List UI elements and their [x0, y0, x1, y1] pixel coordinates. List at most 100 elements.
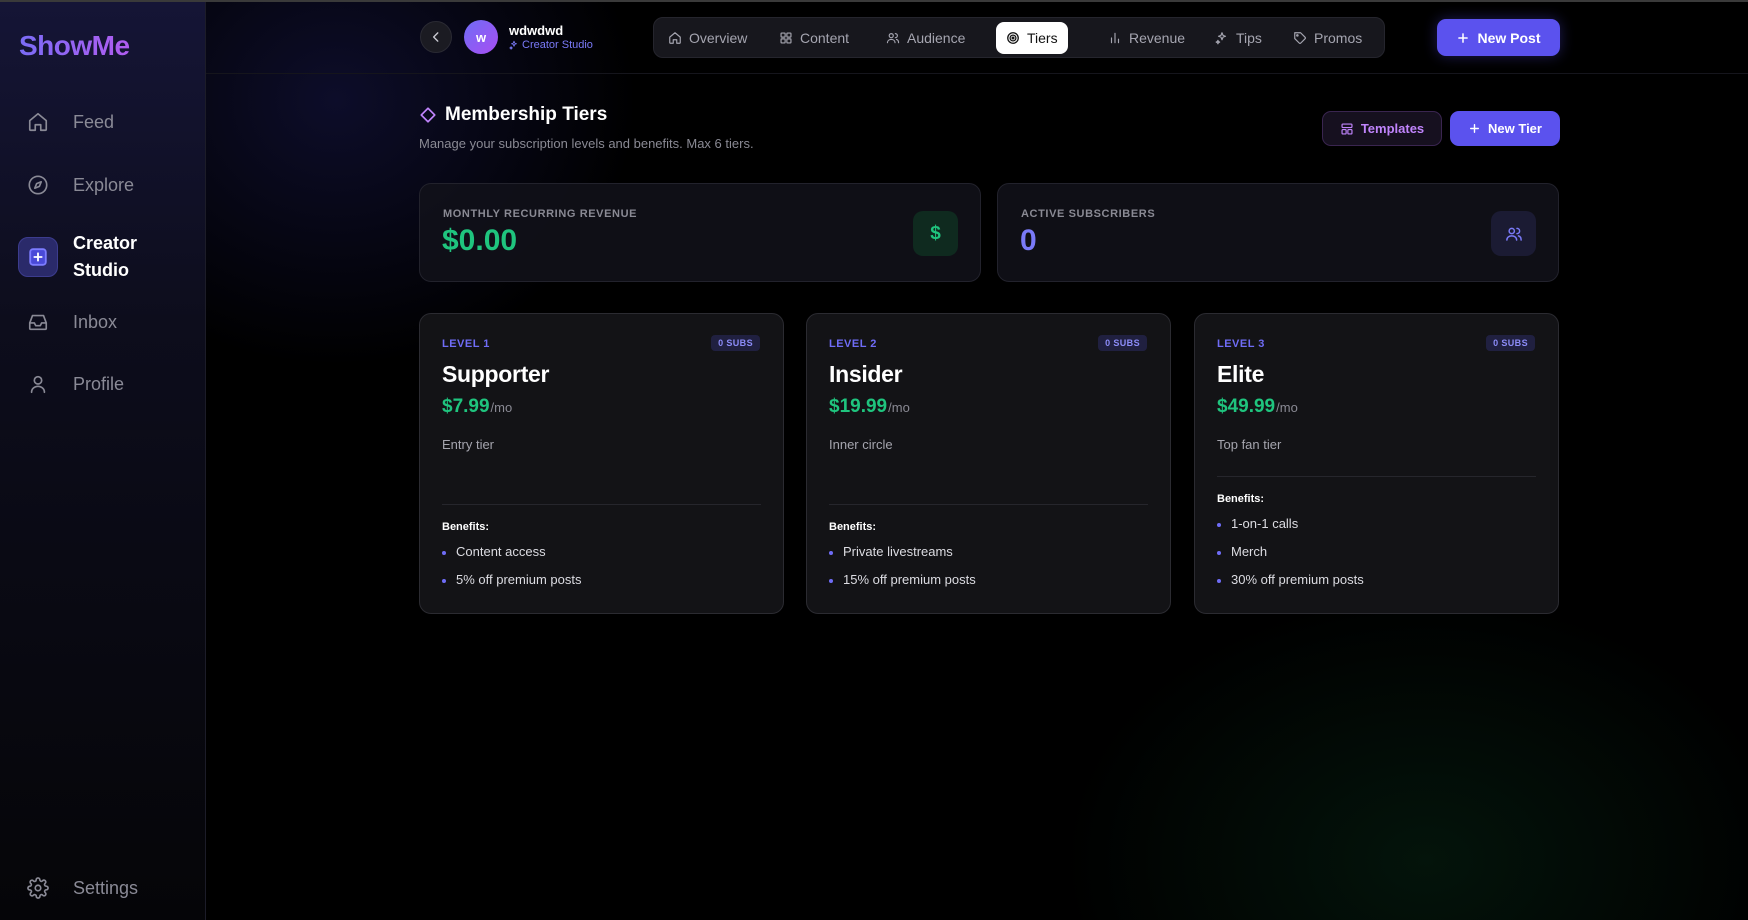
- tab-overview[interactable]: Overview: [658, 22, 757, 54]
- benefits-title: Benefits:: [1217, 493, 1265, 505]
- tab-promos[interactable]: Promos: [1283, 22, 1372, 54]
- top-bar: w wdwdwd Creator Studio Overview Content…: [206, 0, 1748, 74]
- tag-icon: [1294, 32, 1306, 44]
- tier-price-amount: $7.99: [442, 396, 490, 417]
- benefit-item: 15% off premium posts: [829, 572, 976, 587]
- page-subtitle: Manage your subscription levels and bene…: [419, 136, 754, 151]
- back-button[interactable]: [420, 21, 452, 53]
- target-icon: [1007, 32, 1019, 44]
- tab-label: Tiers: [1027, 30, 1058, 46]
- benefit-item: Merch: [1217, 544, 1267, 559]
- tier-price: $7.99 /mo: [442, 396, 512, 418]
- inbox-icon: [18, 302, 58, 342]
- sidebar-item-inbox[interactable]: Inbox: [18, 302, 117, 342]
- benefit-item: Private livestreams: [829, 544, 953, 559]
- tier-subs-badge: 0 SUBS: [1486, 335, 1535, 351]
- layout-icon: [1341, 122, 1353, 135]
- tier-price: $49.99 /mo: [1217, 396, 1298, 418]
- dollar-icon: $: [913, 211, 958, 256]
- tab-revenue[interactable]: Revenue: [1098, 22, 1195, 54]
- mrr-card: MONTHLY RECURRING REVENUE $0.00 $: [419, 183, 981, 282]
- tier-subs-badge: 0 SUBS: [711, 335, 760, 351]
- benefits-title: Benefits:: [442, 521, 490, 533]
- tab-label: Audience: [907, 30, 966, 46]
- sidebar-item-creator-studio[interactable]: Creator Studio: [18, 230, 198, 284]
- tier-price-period: /mo: [888, 400, 910, 415]
- subscribers-card: ACTIVE SUBSCRIBERS 0: [997, 183, 1559, 282]
- sidebar-item-label: Settings: [73, 877, 139, 898]
- sidebar-item-label: Creator Studio: [73, 233, 138, 280]
- bar-chart-icon: [1110, 32, 1120, 44]
- diamond-icon: [420, 107, 436, 123]
- tab-tips[interactable]: Tips: [1205, 22, 1272, 54]
- tier-level: LEVEL 3: [1217, 338, 1265, 350]
- gear-icon: [18, 868, 58, 908]
- user-role-label: Creator Studio: [522, 39, 593, 51]
- main-content: w wdwdwd Creator Studio Overview Content…: [206, 0, 1748, 920]
- home-icon: [669, 32, 681, 44]
- templates-button[interactable]: Templates: [1322, 111, 1442, 146]
- sidebar-item-explore[interactable]: Explore: [18, 165, 134, 205]
- plus-icon: [1470, 124, 1480, 133]
- tier-price-period: /mo: [1276, 400, 1298, 415]
- new-tier-label: New Tier: [1488, 121, 1542, 136]
- grid-icon: [780, 32, 792, 44]
- plus-icon: [1458, 32, 1469, 43]
- users-icon: [886, 33, 900, 44]
- tab-tiers[interactable]: Tiers: [996, 22, 1068, 54]
- tier-price-amount: $49.99: [1217, 396, 1276, 417]
- sidebar-item-label: Profile: [73, 373, 125, 394]
- tier-price-period: /mo: [490, 400, 513, 415]
- tab-label: Content: [800, 30, 850, 46]
- users-icon: [1491, 211, 1536, 256]
- user-icon: [18, 364, 58, 404]
- subscribers-value: 0: [1020, 224, 1037, 257]
- tier-card-elite[interactable]: LEVEL 3 0 SUBS Elite $49.99 /mo Top fan …: [1194, 313, 1559, 614]
- home-icon: [18, 102, 58, 142]
- tab-content[interactable]: Content: [769, 22, 859, 54]
- new-post-label: New Post: [1477, 29, 1541, 46]
- sidebar-item-profile[interactable]: Profile: [18, 364, 124, 404]
- divider: [829, 504, 1148, 505]
- chevron-left-icon: [432, 32, 439, 42]
- tab-audience[interactable]: Audience: [876, 22, 975, 54]
- tier-card-supporter[interactable]: LEVEL 1 0 SUBS Supporter $7.99 /mo Entry…: [419, 313, 784, 614]
- benefit-item: 5% off premium posts: [442, 572, 581, 587]
- studio-tabs: Overview Content Audience Tiers Revenue …: [653, 17, 1385, 58]
- app-logo[interactable]: ShowMe: [19, 30, 130, 62]
- user-role: Creator Studio: [509, 39, 593, 51]
- plus-square-icon: [18, 237, 58, 277]
- tier-price: $19.99 /mo: [829, 396, 910, 418]
- tab-label: Promos: [1314, 30, 1363, 46]
- benefit-item: Content access: [442, 544, 546, 559]
- sidebar-item-feed[interactable]: Feed: [18, 102, 114, 142]
- tab-label: Tips: [1236, 30, 1262, 46]
- tier-name: Insider: [829, 361, 903, 387]
- tier-description: Top fan tier: [1217, 437, 1282, 452]
- sidebar-item-label: Feed: [73, 111, 115, 132]
- page-title: Membership Tiers: [419, 104, 607, 126]
- divider: [442, 504, 761, 505]
- new-post-button[interactable]: New Post: [1437, 19, 1560, 56]
- new-tier-button[interactable]: New Tier: [1450, 111, 1560, 146]
- compass-icon: [18, 165, 58, 205]
- sidebar: ShowMe Feed Explore Creator Studio Inbox…: [0, 0, 206, 920]
- sparkles-icon: [1215, 32, 1227, 45]
- mrr-label: MONTHLY RECURRING REVENUE: [443, 208, 638, 220]
- benefit-item: 30% off premium posts: [1217, 572, 1364, 587]
- subscribers-label: ACTIVE SUBSCRIBERS: [1021, 208, 1156, 220]
- sidebar-item-label: Inbox: [73, 311, 118, 332]
- tier-level: LEVEL 1: [442, 338, 490, 350]
- tier-price-amount: $19.99: [829, 396, 888, 417]
- avatar[interactable]: w: [464, 20, 498, 54]
- page-title-text: Membership Tiers: [445, 104, 608, 125]
- sparkles-icon: [509, 40, 517, 50]
- mrr-value: $0.00: [442, 224, 518, 257]
- tier-name: Supporter: [442, 361, 550, 387]
- divider: [1217, 476, 1536, 477]
- tier-description: Inner circle: [829, 437, 893, 452]
- tab-label: Revenue: [1129, 30, 1186, 46]
- tier-description: Entry tier: [442, 437, 495, 452]
- tier-card-insider[interactable]: LEVEL 2 0 SUBS Insider $19.99 /mo Inner …: [806, 313, 1171, 614]
- sidebar-item-settings[interactable]: Settings: [18, 868, 138, 908]
